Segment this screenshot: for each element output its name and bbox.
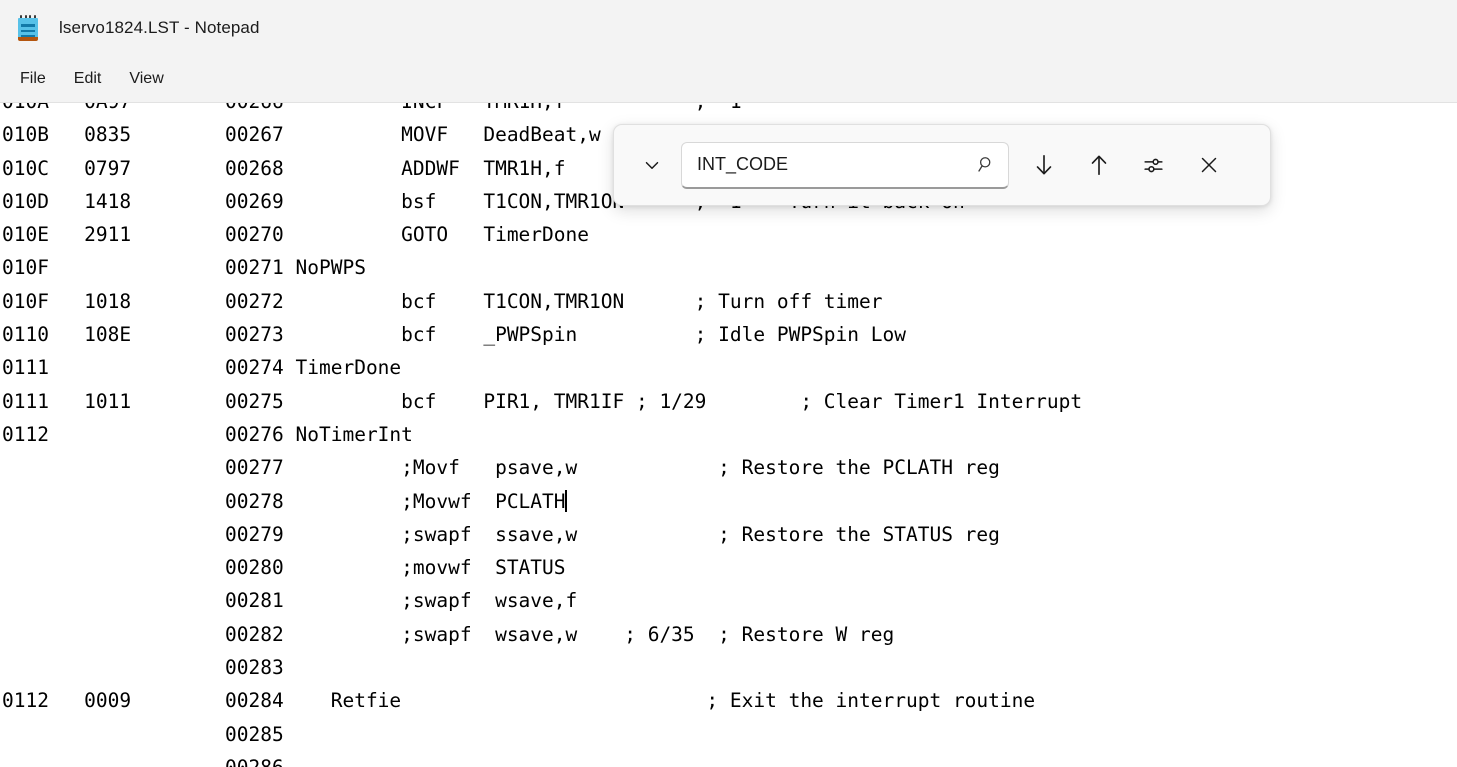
code-line: 0112 0009 00284 Retfie ; Exit the interr… bbox=[2, 684, 1082, 717]
text-caret bbox=[565, 490, 567, 512]
code-line: 010E 2911 00270 GOTO TimerDone bbox=[2, 218, 1082, 251]
menu-bar: File Edit View bbox=[0, 56, 1457, 103]
code-line: 00283 bbox=[2, 651, 1082, 684]
code-line: 0112 00276 NoTimerInt bbox=[2, 418, 1082, 451]
code-line: 010A 0A97 00266 INCF TMR1H,f ; 1 bbox=[2, 103, 1082, 118]
window-title: lservo1824.LST - Notepad bbox=[59, 18, 260, 38]
chevron-down-icon[interactable] bbox=[632, 145, 672, 185]
find-options-button[interactable] bbox=[1131, 143, 1176, 188]
notepad-icon-base bbox=[18, 37, 38, 41]
notepad-window: lservo1824.LST - Notepad File Edit View … bbox=[0, 0, 1457, 767]
code-line: 00286 bbox=[2, 751, 1082, 767]
code-line: 0111 00274 TimerDone bbox=[2, 351, 1082, 384]
menu-view[interactable]: View bbox=[115, 63, 177, 95]
search-icon bbox=[975, 154, 997, 176]
find-bar bbox=[613, 124, 1271, 206]
search-input[interactable] bbox=[682, 143, 1008, 187]
code-line: 00285 bbox=[2, 718, 1082, 751]
code-line: 00280 ;movwf STATUS bbox=[2, 551, 1082, 584]
notepad-icon bbox=[15, 15, 41, 41]
code-line: 0111 1011 00275 bcf PIR1, TMR1IF ; 1/29 … bbox=[2, 385, 1082, 418]
find-previous-button[interactable] bbox=[1076, 143, 1121, 188]
menu-edit[interactable]: Edit bbox=[60, 63, 116, 95]
code-line: 00277 ;Movf psave,w ; Restore the PCLATH… bbox=[2, 451, 1082, 484]
find-next-button[interactable] bbox=[1021, 143, 1066, 188]
code-line: 010F 00271 NoPWPS bbox=[2, 251, 1082, 284]
code-line: 00282 ;swapf wsave,w ; 6/35 ; Restore W … bbox=[2, 618, 1082, 651]
code-line: 00281 ;swapf wsave,f bbox=[2, 584, 1082, 617]
close-find-button[interactable] bbox=[1186, 143, 1231, 188]
find-input-wrapper[interactable] bbox=[681, 142, 1009, 189]
title-bar: lservo1824.LST - Notepad bbox=[0, 0, 1457, 56]
menu-file[interactable]: File bbox=[6, 63, 60, 95]
code-line: 00279 ;swapf ssave,w ; Restore the STATU… bbox=[2, 518, 1082, 551]
code-line: 0110 108E 00273 bcf _PWPSpin ; Idle PWPS… bbox=[2, 318, 1082, 351]
code-line: 00278 ;Movwf PCLATH bbox=[2, 485, 1082, 518]
code-line: 010F 1018 00272 bcf T1CON,TMR1ON ; Turn … bbox=[2, 285, 1082, 318]
